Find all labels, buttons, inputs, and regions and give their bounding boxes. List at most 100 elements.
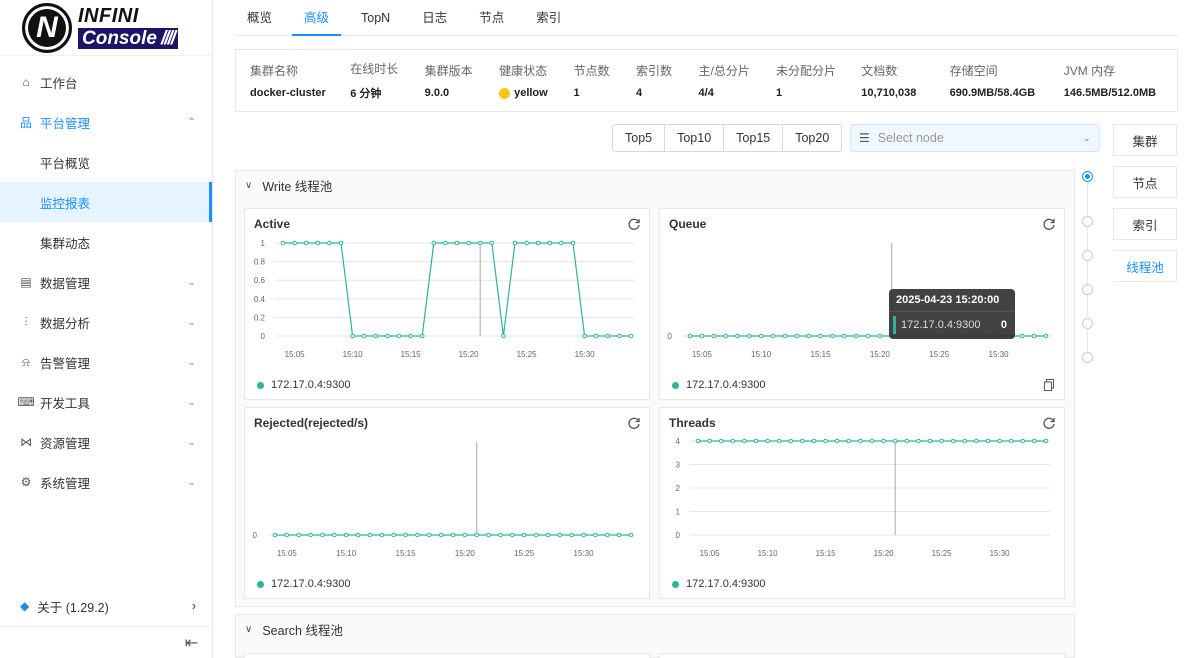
y-tick-label: 1 bbox=[261, 239, 266, 248]
search-threadpool-panel: ∨ Search 线程池 bbox=[235, 614, 1075, 658]
chart-legend[interactable]: 172.17.0.4:9300 bbox=[257, 379, 351, 391]
sidebar-item-resource[interactable]: ⋈ 资源管理 ⌄ bbox=[0, 422, 212, 462]
metric-tab[interactable]: 索引 bbox=[1113, 208, 1177, 240]
about-item[interactable]: ◆ 关于 (1.29.2) › bbox=[0, 586, 212, 626]
logo[interactable]: N INFINI Console//// bbox=[0, 0, 212, 56]
cluster-info-value: 1 bbox=[574, 87, 637, 99]
refresh-icon[interactable] bbox=[627, 416, 641, 430]
cluster-info-label: 集群版本 bbox=[424, 64, 473, 78]
terminal-icon: ⌨ bbox=[17, 395, 35, 409]
topn-button[interactable]: Top20 bbox=[782, 124, 843, 152]
tab-2[interactable]: TopN bbox=[349, 0, 402, 36]
sidebar-item-workbench[interactable]: ⌂ 工作台 bbox=[0, 62, 212, 102]
refresh-icon[interactable] bbox=[1042, 217, 1056, 231]
data-point bbox=[830, 333, 835, 339]
cluster-info-item: 集群版本 9.0.0 bbox=[425, 50, 499, 111]
sidebar-item-label: 数据管理 bbox=[40, 276, 91, 291]
about-label: 关于 (1.29.2) bbox=[37, 600, 109, 615]
sidebar: N INFINI Console//// ⌂ 工作台品平台管理 ⌃ 平台概览 监控报表集… bbox=[0, 0, 213, 658]
refresh-icon[interactable] bbox=[627, 217, 641, 231]
y-tick-label: 0 bbox=[253, 531, 258, 540]
metric-tab[interactable]: 节点 bbox=[1113, 166, 1177, 198]
sidebar-subitem[interactable]: 集群动态 bbox=[0, 222, 212, 262]
anchor-dot[interactable] bbox=[1082, 352, 1093, 363]
anchor-dot[interactable] bbox=[1082, 250, 1093, 261]
data-point bbox=[438, 532, 444, 538]
data-point bbox=[343, 532, 349, 538]
data-point bbox=[687, 333, 693, 339]
chart-legend[interactable]: 172.17.0.4:9300 bbox=[672, 379, 766, 391]
chart-card-stub bbox=[659, 653, 1065, 658]
tab-1[interactable]: 高级 bbox=[292, 0, 342, 36]
sidebar-item-data-analysis[interactable]: ⫶ 数据分析 ⌄ bbox=[0, 302, 212, 342]
sidebar-subitem[interactable]: 监控报表 bbox=[0, 182, 212, 222]
data-point bbox=[735, 333, 740, 339]
tab-3[interactable]: 日志 bbox=[410, 0, 459, 36]
diamond-icon: ◆ bbox=[20, 599, 30, 613]
chart-plot: 0 1 2 3 4 15:05 15:10 15:15 15:20 15:25 15:30 bbox=[676, 437, 1050, 558]
write-threadpool-panel: ∨ Write 线程池 Active 0 0.2 0.4 0.6 0.8 1 15:05 15:… bbox=[235, 170, 1075, 607]
sidebar-subitem[interactable]: 平台概览 bbox=[0, 142, 212, 182]
tooltip-series-marker bbox=[893, 316, 896, 334]
data-point bbox=[396, 333, 402, 339]
node-select[interactable]: ☰ Select node ⌄ bbox=[850, 124, 1100, 152]
sidebar-item-platform[interactable]: 品平台管理 ⌃ bbox=[0, 102, 212, 142]
x-tick-label: 15:30 bbox=[574, 549, 595, 558]
cluster-info-value-text: 1 bbox=[775, 87, 783, 99]
tab-5[interactable]: 索引 bbox=[524, 0, 573, 36]
topn-button[interactable]: Top5 bbox=[612, 124, 666, 152]
search-panel-header[interactable]: ∨ Search 线程池 bbox=[236, 615, 1074, 643]
data-point bbox=[512, 240, 518, 246]
tooltip-row: 172.17.0.4:9300 0 bbox=[889, 312, 1015, 338]
collapse-sidebar-button[interactable]: ⇤ bbox=[0, 626, 212, 658]
x-tick-label: 15:20 bbox=[870, 350, 891, 359]
cluster-info-value: docker-cluster bbox=[250, 87, 350, 99]
chart-icon: ⫶ bbox=[24, 314, 28, 329]
data-point bbox=[869, 438, 875, 444]
write-panel-header[interactable]: ∨ Write 线程池 bbox=[236, 171, 1074, 199]
y-tick-label: 0 bbox=[676, 531, 681, 540]
sidebar-item-devtools[interactable]: ⌨ 开发工具 ⌄ bbox=[0, 382, 212, 422]
copy-icon[interactable] bbox=[1044, 379, 1054, 391]
anchor-dot[interactable] bbox=[1082, 284, 1093, 295]
anchor-dot[interactable] bbox=[1082, 171, 1093, 182]
data-point bbox=[1008, 438, 1014, 444]
data-point bbox=[742, 438, 747, 444]
x-tick-label: 15:30 bbox=[989, 350, 1010, 359]
cluster-info-value-text: yellow bbox=[514, 87, 548, 99]
sidebar-item-alert[interactable]: ⍾ 告警管理 ⌄ bbox=[0, 342, 212, 382]
chart-legend[interactable]: 172.17.0.4:9300 bbox=[672, 578, 766, 590]
data-point bbox=[997, 438, 1002, 444]
anchor-dot[interactable] bbox=[1082, 216, 1093, 227]
cluster-info-label: 未分配分片 bbox=[775, 64, 836, 78]
chart-legend[interactable]: 172.17.0.4:9300 bbox=[257, 578, 351, 590]
tab-0[interactable]: 概览 bbox=[235, 0, 284, 36]
data-point bbox=[272, 532, 278, 538]
chevron-down-icon: ∨ bbox=[245, 623, 253, 635]
data-point bbox=[834, 438, 840, 444]
sidebar-item-system[interactable]: ⚙ 系统管理 ⌄ bbox=[0, 462, 212, 502]
cluster-info-value: yellow bbox=[499, 87, 573, 99]
data-point bbox=[443, 240, 448, 246]
metric-tab[interactable]: 集群 bbox=[1113, 124, 1177, 156]
legend-label: 172.17.0.4:9300 bbox=[271, 578, 351, 590]
topn-button[interactable]: Top15 bbox=[723, 124, 784, 152]
tab-4[interactable]: 节点 bbox=[467, 0, 516, 36]
chevron-icon: ⌄ bbox=[187, 276, 196, 288]
data-point bbox=[962, 438, 968, 444]
chart-card: Queue 0 15:05 15:10 15:15 15:20 15:25 15:30 172.… bbox=[659, 208, 1065, 400]
cluster-info-label: 健康状态 bbox=[499, 64, 548, 78]
data-point bbox=[419, 333, 425, 339]
data-point bbox=[569, 532, 574, 538]
metric-tab[interactable]: 线程池 bbox=[1113, 250, 1177, 282]
sidebar-item-label: 系统管理 bbox=[40, 476, 91, 491]
data-point bbox=[332, 532, 337, 538]
x-tick-label: 15:25 bbox=[517, 350, 538, 359]
main-content: 概览 高级 TopN 日志 节点 索引 集群名称 docker-cluster 在线时长 6 分… bbox=[213, 0, 1200, 658]
data-point bbox=[391, 532, 396, 538]
anchor-dot[interactable] bbox=[1082, 318, 1093, 329]
sidebar-item-data-mgmt[interactable]: ▤ 数据管理 ⌄ bbox=[0, 262, 212, 302]
topn-button[interactable]: Top10 bbox=[664, 124, 725, 152]
refresh-icon[interactable] bbox=[1042, 416, 1056, 430]
logo-console: Console//// bbox=[78, 28, 179, 49]
